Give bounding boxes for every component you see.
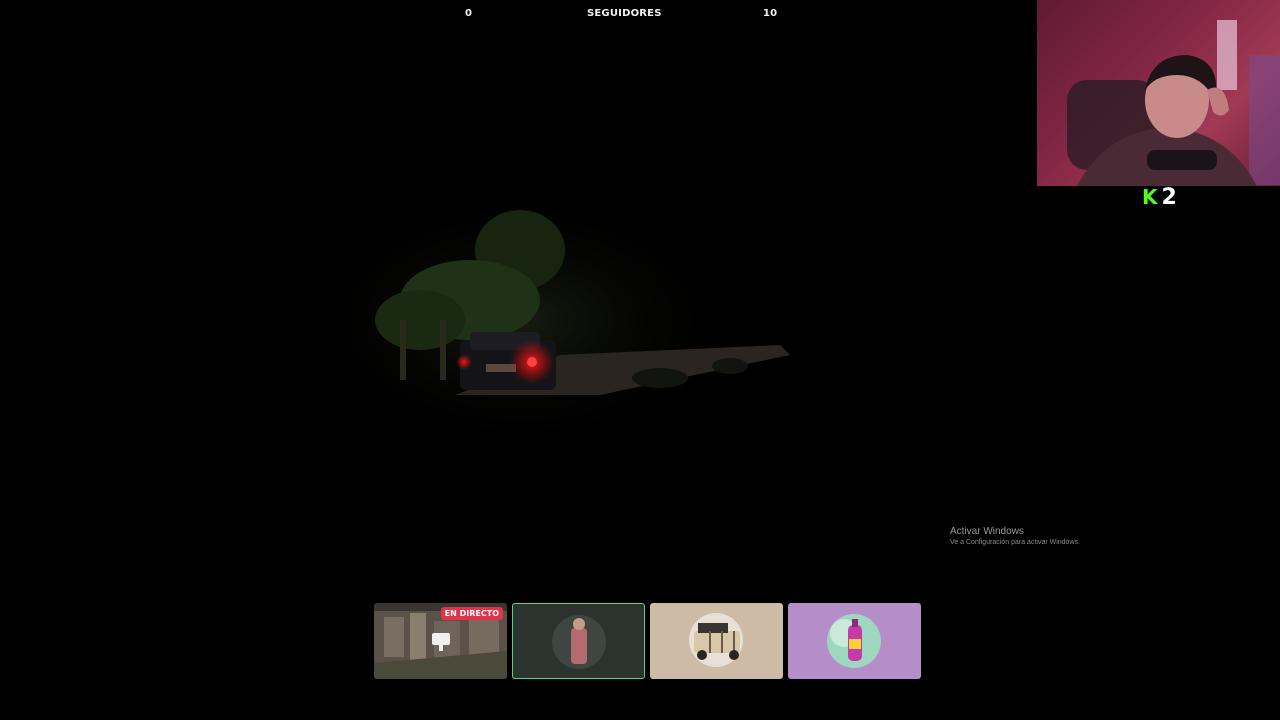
thumbnail-bottle[interactable] [788, 603, 921, 679]
windows-activation-watermark: Activar Windows Ve a Configuración para … [950, 526, 1080, 546]
watermark-subtitle: Ve a Configuración para activar Windows. [950, 539, 1080, 546]
kick-badge-number: 2 [1161, 184, 1177, 210]
watermark-title: Activar Windows [950, 526, 1024, 537]
follower-goal-target: 10 [763, 8, 778, 19]
car [456, 332, 556, 390]
live-badge: EN DIRECTO [440, 607, 503, 620]
follower-goal-bar: 0 SEGUIDORES 10 [0, 8, 1040, 24]
thumbnail-vehicle[interactable] [650, 603, 783, 679]
thumbnail-character[interactable] [512, 603, 645, 679]
follower-count: 0 [465, 8, 473, 19]
kick-badge: K 2 [1142, 184, 1177, 210]
webcam-overlay [1037, 0, 1280, 186]
kick-logo-icon: K [1142, 185, 1158, 209]
thumbnail-city-stream[interactable]: EN DIRECTO [374, 603, 507, 679]
follower-goal-label: SEGUIDORES [587, 8, 662, 19]
